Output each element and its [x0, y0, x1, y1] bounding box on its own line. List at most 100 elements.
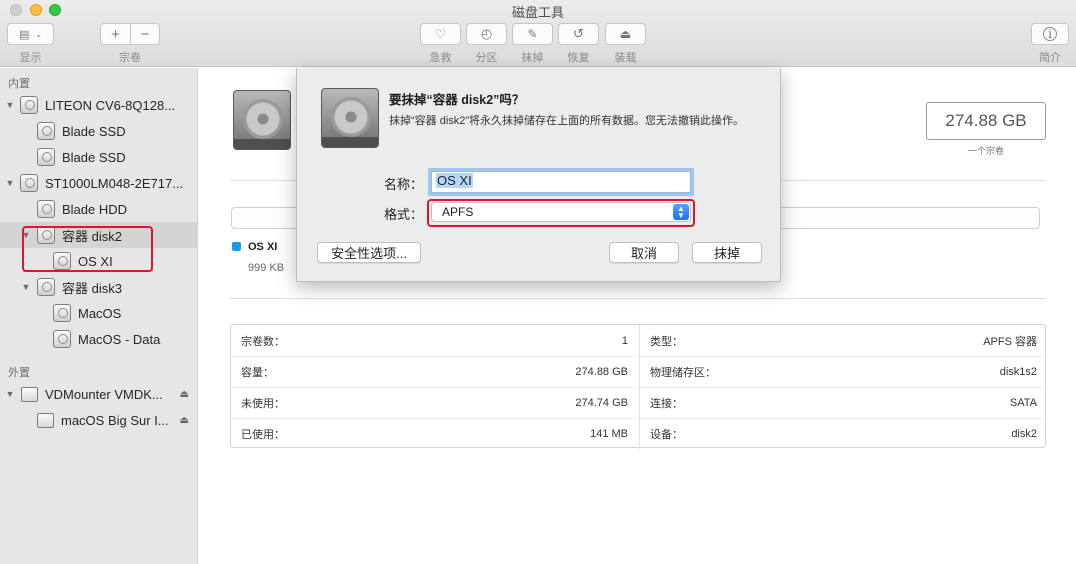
view-label: 显示: [19, 52, 42, 64]
info-button[interactable]: i: [1031, 23, 1069, 45]
info-row-available: 未使用： 274.74 GB: [231, 387, 638, 418]
erase-icon: ✎: [527, 27, 538, 41]
sidebar-item-container-disk3[interactable]: ▼ 容器 disk3: [0, 274, 197, 300]
external-drive-icon: [37, 412, 54, 428]
stethoscope-icon: ♡: [435, 27, 446, 41]
pie-icon: ◴: [480, 26, 493, 41]
info-value: 274.74 GB: [575, 397, 628, 409]
sidebar-item-big-sur[interactable]: macOS Big Sur I... ⏏: [0, 407, 197, 433]
confirm-erase-button[interactable]: 抹掉: [692, 242, 762, 263]
info-value: 141 MB: [590, 428, 628, 440]
sidebar-item-label: LITEON CV6-8Q128...: [45, 97, 176, 113]
info-value: APFS 容器: [983, 335, 1037, 348]
disclosure-expanded-icon[interactable]: ▼: [5, 100, 15, 110]
hard-drive-icon: [37, 278, 55, 296]
erase-dialog: 要抹掉“容器 disk2”吗？ 抹掉“容器 disk2”将永久抹掉储存在上面的所…: [296, 68, 781, 282]
sidebar-item-blade-ssd-1[interactable]: Blade SSD: [0, 118, 197, 144]
restore-button[interactable]: ↺: [558, 23, 599, 45]
mount-button[interactable]: ⏏: [605, 23, 646, 45]
first-aid-label: 急救: [429, 52, 452, 64]
info-column-right: 类型： APFS 容器 物理储存区： disk1s2 连接： SATA 设备： …: [639, 325, 1047, 449]
restore-icon: ↺: [573, 26, 584, 41]
divider: [230, 298, 1046, 299]
sidebar-item-blade-ssd-2[interactable]: Blade SSD: [0, 144, 197, 170]
security-options-button[interactable]: 安全性选项...: [317, 242, 421, 263]
partition-button[interactable]: ◴: [466, 23, 507, 45]
container-disk-icon: [321, 88, 379, 148]
view-button[interactable]: ▤ ⌄: [7, 23, 54, 45]
info-key: 已使用：: [241, 429, 285, 441]
erase-label: 抹掉: [521, 52, 544, 64]
sidebar-item-blade-hdd[interactable]: Blade HDD: [0, 196, 197, 222]
format-field-label: 格式：: [383, 207, 423, 222]
name-field[interactable]: OS XI: [431, 171, 691, 193]
highlight-box-format: [427, 199, 695, 227]
hard-drive-icon: [20, 96, 38, 114]
info-key: 宗卷数：: [241, 335, 285, 348]
sidebar-item-vdmounter[interactable]: ▼ VDMounter VMDK... ⏏: [0, 381, 197, 407]
info-icon: i: [1043, 27, 1057, 41]
info-value: 274.88 GB: [575, 366, 628, 378]
info-label: 简介: [1039, 52, 1061, 64]
name-field-label: 名称：: [383, 177, 423, 192]
name-field-value: OS XI: [436, 173, 473, 188]
sidebar-item-label: MacOS: [78, 305, 122, 321]
info-value: disk1s2: [999, 366, 1037, 378]
info-key: 设备：: [650, 429, 683, 441]
info-value: 1: [621, 334, 628, 347]
info-row-physical-store: 物理储存区： disk1s2: [640, 356, 1047, 387]
disclosure-expanded-icon[interactable]: ▼: [5, 389, 15, 399]
info-row-used: 已使用： 141 MB: [231, 418, 638, 449]
legend-color-swatch: [232, 242, 241, 251]
hard-drive-icon: [37, 122, 55, 140]
eject-icon[interactable]: ⏏: [180, 415, 189, 426]
external-section-header: 外置: [8, 367, 30, 379]
hard-drive-icon: [37, 200, 55, 218]
volume-segmented-control: + −: [100, 23, 160, 45]
sidebar-item-label: Blade SSD: [62, 149, 126, 165]
info-row-connection: 连接： SATA: [640, 387, 1047, 418]
hard-drive-icon: [20, 174, 38, 192]
restore-label: 恢复: [567, 52, 590, 64]
sidebar-item-label: macOS Big Sur I...: [61, 412, 169, 428]
sidebar-item-macos-data[interactable]: MacOS - Data: [0, 326, 197, 352]
sidebar-view-icon: ▤: [18, 28, 30, 41]
sidebar-item-macos[interactable]: MacOS: [0, 300, 197, 326]
toolbar: 磁盘工具 ▤ ⌄ 显示 + − 宗卷 ♡ 急救 ◴ 分区 ✎ 抹掉 ↺ 恢复 ⏏…: [0, 0, 1076, 67]
erase-button[interactable]: ✎: [512, 23, 553, 45]
disclosure-expanded-icon[interactable]: ▼: [21, 282, 31, 292]
dialog-message: 抹掉“容器 disk2”将永久抹掉储存在上面的所有数据。您无法撤销此操作。: [389, 115, 745, 127]
info-row-device: 设备： disk2: [640, 418, 1047, 449]
first-aid-button[interactable]: ♡: [420, 23, 461, 45]
hard-drive-icon: [53, 330, 71, 348]
eject-icon[interactable]: ⏏: [180, 389, 189, 400]
partition-label: 分区: [475, 52, 498, 64]
internal-section-header: 内置: [8, 78, 30, 90]
info-key: 未使用：: [241, 398, 285, 410]
sidebar-item-liteon[interactable]: ▼ LITEON CV6-8Q128...: [0, 92, 197, 118]
info-row-volumes: 宗卷数： 1: [231, 325, 638, 356]
info-column-left: 宗卷数： 1 容量： 274.88 GB 未使用： 274.74 GB 已使用：…: [231, 325, 639, 449]
add-volume-button[interactable]: +: [101, 26, 130, 43]
info-key: 连接：: [650, 398, 683, 410]
info-value: disk2: [1011, 428, 1037, 440]
hard-drive-icon: [37, 148, 55, 166]
chevron-down-icon: ⌄: [35, 29, 43, 39]
cancel-button[interactable]: 取消: [609, 242, 679, 263]
dialog-title: 要抹掉“容器 disk2”吗？: [389, 93, 525, 107]
sidebar-item-st1000[interactable]: ▼ ST1000LM048-2E717...: [0, 170, 197, 196]
info-row-capacity: 容量： 274.88 GB: [231, 356, 638, 387]
legend-volume-size: 999 KB: [248, 262, 285, 274]
disclosure-expanded-icon[interactable]: ▼: [5, 178, 15, 188]
sidebar-item-label: Blade HDD: [62, 201, 128, 217]
capacity-subtitle: 一个宗卷: [967, 146, 1004, 156]
sidebar-item-label: 容器 disk3: [62, 280, 122, 296]
legend-volume-name: OS XI: [248, 241, 278, 253]
sidebar: 内置 ▼ LITEON CV6-8Q128... Blade SSD Blade…: [0, 68, 198, 564]
remove-volume-button[interactable]: −: [131, 26, 159, 43]
window-title: 磁盘工具: [511, 5, 564, 20]
info-key: 容量：: [241, 367, 274, 379]
mount-label: 装载: [614, 52, 637, 64]
container-disk-icon: [233, 90, 291, 150]
mount-icon: ⏏: [619, 27, 632, 41]
